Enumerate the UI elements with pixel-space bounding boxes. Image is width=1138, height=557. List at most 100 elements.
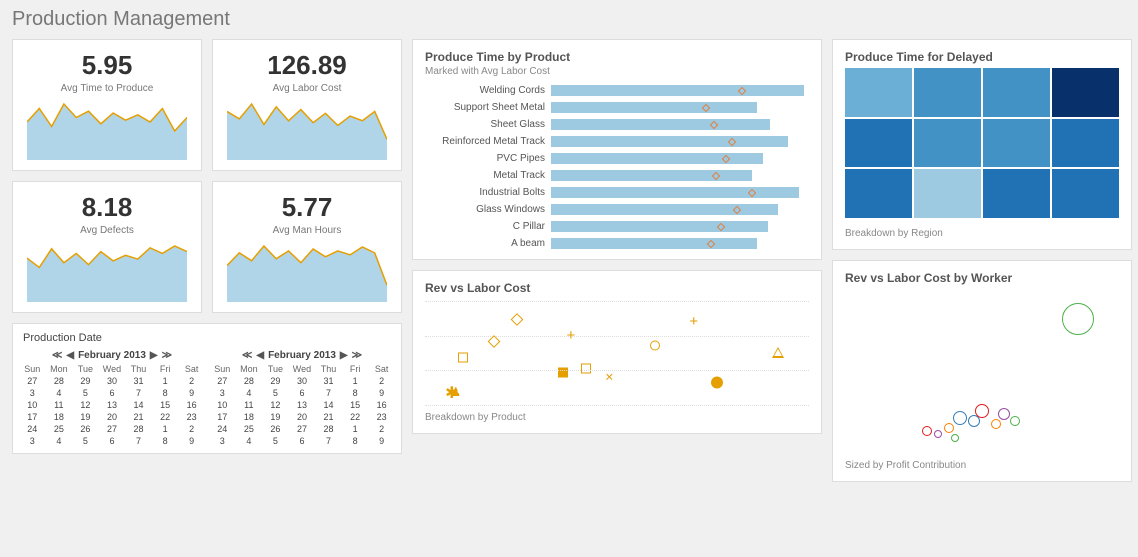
scatter-point[interactable] — [711, 377, 723, 392]
heatmap-cell[interactable] — [983, 119, 1050, 168]
calendar-day[interactable]: 8 — [152, 435, 179, 447]
bar-row[interactable]: Support Sheet Metal — [425, 102, 809, 113]
heatmap-cell[interactable] — [983, 68, 1050, 117]
calendar-day[interactable]: 7 — [125, 435, 152, 447]
heatmap-cell[interactable] — [845, 119, 912, 168]
calendar-day[interactable]: 8 — [342, 435, 369, 447]
scatter-point[interactable] — [772, 347, 784, 361]
bubble-point[interactable] — [998, 408, 1010, 420]
calendar-day[interactable]: 18 — [46, 411, 73, 423]
calendar-day[interactable]: 30 — [99, 375, 126, 387]
scatter-point[interactable] — [558, 368, 568, 381]
calendar-day[interactable]: 10 — [209, 399, 236, 411]
scatter-point[interactable] — [581, 363, 591, 376]
heatmap-cell[interactable] — [983, 169, 1050, 218]
calendar-table[interactable]: SunMonTueWedThuFriSat2728293031123456789… — [209, 363, 395, 447]
calendar-day[interactable]: 4 — [46, 387, 73, 399]
bubble-point[interactable] — [951, 434, 959, 442]
calendar-day[interactable]: 16 — [178, 399, 205, 411]
heatmap-cell[interactable] — [914, 169, 981, 218]
prev-icon[interactable]: ◀ — [66, 350, 74, 361]
calendar-day[interactable]: 20 — [289, 411, 316, 423]
bubble-point[interactable] — [953, 411, 967, 425]
calendar-day[interactable]: 15 — [342, 399, 369, 411]
calendar-day[interactable]: 4 — [236, 435, 263, 447]
bar-row[interactable]: Industrial Bolts — [425, 187, 809, 198]
calendar-day[interactable]: 28 — [46, 375, 73, 387]
calendar-day[interactable]: 1 — [152, 375, 179, 387]
heatmap-cell[interactable] — [845, 169, 912, 218]
heatmap-cell[interactable] — [914, 68, 981, 117]
calendar-day[interactable]: 27 — [289, 423, 316, 435]
calendar-day[interactable]: 20 — [99, 411, 126, 423]
calendar-day[interactable]: 2 — [178, 375, 205, 387]
rev-vs-labor-worker-card[interactable]: Rev vs Labor Cost by Worker Sized by Pro… — [832, 260, 1132, 482]
calendar-day[interactable]: 9 — [368, 435, 395, 447]
calendar-day[interactable]: 27 — [209, 375, 236, 387]
calendar-day[interactable]: 4 — [46, 435, 73, 447]
calendar-day[interactable]: 7 — [315, 387, 342, 399]
heatmap-cell[interactable] — [1052, 119, 1119, 168]
calendar-day[interactable]: 14 — [315, 399, 342, 411]
scatter-point[interactable]: × — [605, 372, 613, 385]
calendar-day[interactable]: 14 — [125, 399, 152, 411]
calendar-day[interactable]: 5 — [262, 435, 289, 447]
heatmap-cell[interactable] — [845, 68, 912, 117]
calendar-day[interactable]: 5 — [262, 387, 289, 399]
calendar-day[interactable]: 21 — [125, 411, 152, 423]
calendar-day[interactable]: 3 — [209, 435, 236, 447]
scatter-point[interactable]: + — [689, 317, 698, 329]
calendar-day[interactable]: 9 — [178, 435, 205, 447]
calendar-day[interactable]: 17 — [19, 411, 46, 423]
bar-row[interactable]: Metal Track — [425, 170, 809, 181]
calendar-day[interactable]: 6 — [289, 435, 316, 447]
calendar-day[interactable]: 19 — [72, 411, 99, 423]
calendar-day[interactable]: 29 — [72, 375, 99, 387]
calendar-day[interactable]: 11 — [236, 399, 263, 411]
bar-row[interactable]: Sheet Glass — [425, 119, 809, 130]
calendar-day[interactable]: 8 — [152, 387, 179, 399]
calendar-day[interactable]: 9 — [368, 387, 395, 399]
heatmap-cell[interactable] — [914, 119, 981, 168]
calendar-day[interactable]: 15 — [152, 399, 179, 411]
kpi-defects[interactable]: 8.18 Avg Defects — [12, 181, 202, 313]
calendar-day[interactable]: 2 — [368, 423, 395, 435]
calendar-day[interactable]: 1 — [342, 423, 369, 435]
calendar-day[interactable]: 23 — [178, 411, 205, 423]
calendar-day[interactable]: 12 — [72, 399, 99, 411]
calendar-day[interactable]: 13 — [289, 399, 316, 411]
calendar-day[interactable]: 1 — [152, 423, 179, 435]
calendar-day[interactable]: 18 — [236, 411, 263, 423]
calendar-day[interactable]: 6 — [99, 387, 126, 399]
calendar-table[interactable]: SunMonTueWedThuFriSat2728293031123456789… — [19, 363, 205, 447]
calendar-day[interactable]: 25 — [46, 423, 73, 435]
next-icon[interactable]: ▶ — [340, 350, 348, 361]
heatmap-cell[interactable] — [1052, 68, 1119, 117]
calendar-day[interactable]: 23 — [368, 411, 395, 423]
calendar-day[interactable]: 2 — [368, 375, 395, 387]
first-page-icon[interactable]: ≪ — [52, 350, 62, 361]
calendar-day[interactable]: 6 — [289, 387, 316, 399]
calendar-day[interactable]: 10 — [19, 399, 46, 411]
kpi-man-hours[interactable]: 5.77 Avg Man Hours — [212, 181, 402, 313]
calendar-day[interactable]: 5 — [72, 435, 99, 447]
bubble-point[interactable] — [975, 404, 989, 418]
calendar-left[interactable]: ≪ ◀ February 2013 ▶ ≫ SunMonTueWedThuFri… — [19, 350, 205, 447]
heatmap-cell[interactable] — [1052, 169, 1119, 218]
kpi-labor-cost[interactable]: 126.89 Avg Labor Cost — [212, 39, 402, 171]
bubble-point[interactable] — [991, 419, 1001, 429]
calendar-day[interactable]: 27 — [99, 423, 126, 435]
calendar-day[interactable]: 7 — [315, 435, 342, 447]
bar-row[interactable]: PVC Pipes — [425, 153, 809, 164]
calendar-day[interactable]: 16 — [368, 399, 395, 411]
prev-icon[interactable]: ◀ — [256, 350, 264, 361]
scatter-point[interactable] — [458, 352, 468, 365]
bar-row[interactable]: Glass Windows — [425, 204, 809, 215]
calendar-day[interactable]: 7 — [125, 387, 152, 399]
scatter-point[interactable] — [650, 341, 660, 354]
produce-delayed-card[interactable]: Produce Time for Delayed Breakdown by Re… — [832, 39, 1132, 250]
calendar-right[interactable]: ≪ ◀ February 2013 ▶ ≫ SunMonTueWedThuFri… — [209, 350, 395, 447]
calendar-day[interactable]: 4 — [236, 387, 263, 399]
calendar-day[interactable]: 19 — [262, 411, 289, 423]
calendar-day[interactable]: 31 — [315, 375, 342, 387]
